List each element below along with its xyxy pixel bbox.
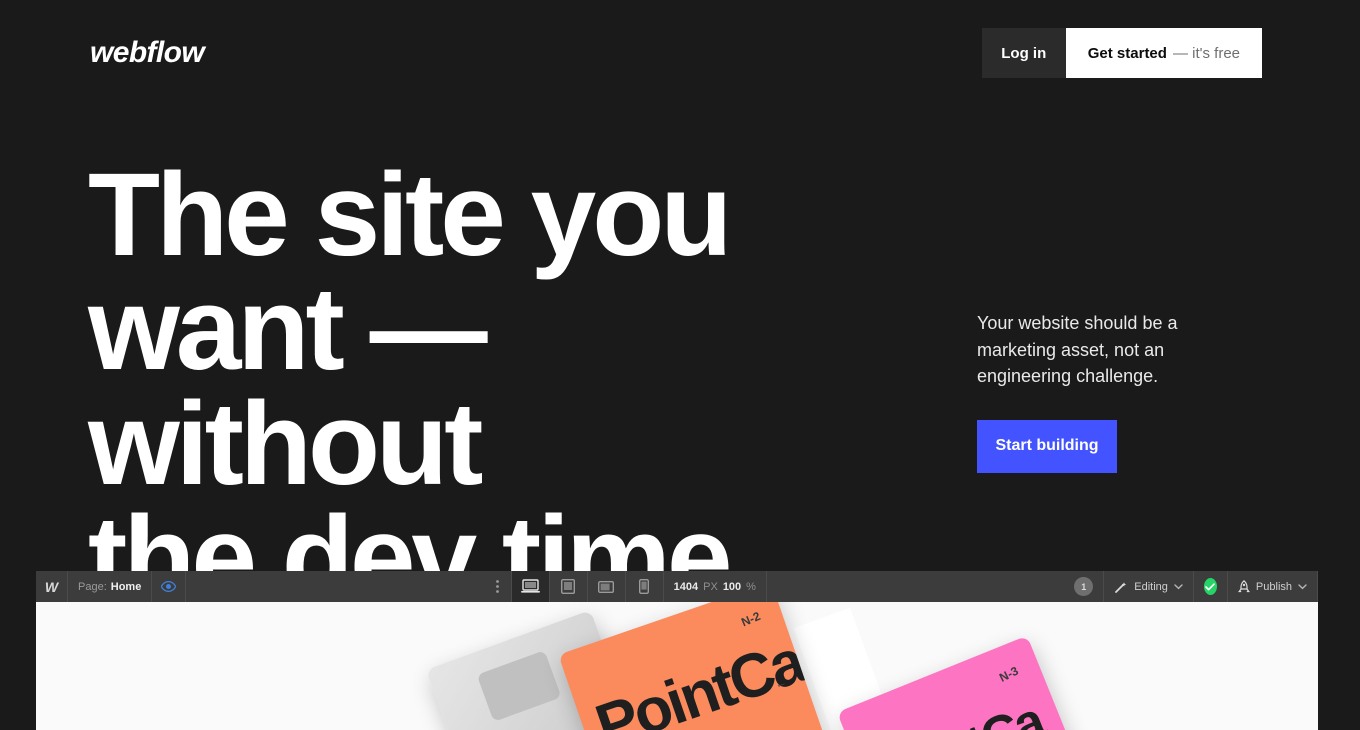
page-selector[interactable]: Page: Home — [68, 571, 153, 602]
designer-toolbar: W Page: Home 1404 PX 100 % 1 Editing Pub… — [36, 571, 1318, 602]
log-in-button[interactable]: Log in — [981, 28, 1066, 78]
page-label: Page: — [78, 580, 107, 593]
toolbar-right-spacer — [767, 571, 1064, 602]
zoom-unit: % — [746, 580, 756, 593]
tablet-landscape-icon — [598, 580, 615, 593]
start-building-button[interactable]: Start building — [977, 419, 1117, 473]
eye-icon — [161, 581, 177, 592]
card-chip — [476, 650, 562, 722]
device-desktop-button[interactable] — [511, 571, 550, 602]
tablet-icon — [561, 579, 576, 594]
headline-line-1: The site you — [88, 149, 732, 281]
get-started-button[interactable]: Get started — it's free — [1065, 28, 1262, 78]
collaborators-button[interactable]: 1 — [1064, 571, 1105, 602]
device-tablet-button[interactable] — [550, 571, 588, 602]
magic-wand-icon — [1114, 580, 1128, 594]
device-mobile-button[interactable] — [626, 571, 664, 602]
more-options-button[interactable] — [484, 571, 512, 602]
hero-subtext: Your website should be a marketing asset… — [977, 313, 1178, 387]
headline-line-2: want — without — [88, 263, 488, 510]
designer-canvas[interactable]: DEBIT VISA N-2 PointCa ← Free Obligation… — [36, 602, 1318, 730]
pink-card-brand: PointCa — [866, 691, 1051, 730]
chevron-down-icon — [1174, 583, 1183, 590]
top-navigation: webflow Log in Get started — it's free — [0, 0, 1360, 108]
desktop-icon — [520, 579, 540, 594]
hero-side-column: Your website should be a marketing asset… — [977, 310, 1227, 473]
designer-logo-mark[interactable]: W — [36, 571, 68, 602]
pointcard-pink: N-3 PointCa Obligations Free — [836, 635, 1131, 730]
publish-dropdown[interactable]: Publish — [1228, 571, 1318, 602]
pink-card-serial: N-3 — [996, 663, 1021, 685]
webflow-logo[interactable]: webflow — [90, 36, 205, 70]
toolbar-left-spacer — [186, 571, 483, 602]
device-tablet-landscape-button[interactable] — [588, 571, 626, 602]
chevron-down-icon — [1298, 583, 1307, 590]
page-value: Home — [110, 580, 142, 593]
viewport-size-indicator[interactable]: 1404 PX 100 % — [664, 571, 767, 602]
webflow-designer-window: W Page: Home 1404 PX 100 % 1 Editing Pub… — [36, 571, 1318, 730]
mobile-icon — [639, 579, 650, 594]
publish-label: Publish — [1255, 580, 1292, 593]
editing-mode-dropdown[interactable]: Editing — [1104, 571, 1194, 602]
vertical-dots-icon — [495, 580, 499, 593]
viewport-width-value: 1404 — [673, 580, 699, 593]
check-circle-icon — [1203, 578, 1217, 595]
hero-headline: The site you want — without the dev time — [88, 149, 878, 618]
get-started-sublabel: — it's free — [1172, 44, 1240, 62]
orange-card-serial: N-2 — [738, 609, 763, 630]
viewport-width-unit: PX — [703, 580, 718, 593]
webflow-landing-page: webflow Log in Get started — it's free T… — [0, 0, 1360, 730]
nav-actions: Log in Get started — it's free — [981, 28, 1262, 78]
editing-mode-label: Editing — [1134, 580, 1168, 593]
get-started-label: Get started — [1087, 44, 1167, 62]
rocket-icon — [1237, 579, 1250, 594]
preview-toggle[interactable] — [152, 571, 187, 602]
save-status-indicator — [1194, 571, 1228, 602]
zoom-value: 100 — [722, 580, 742, 593]
avatar: 1 — [1074, 577, 1094, 596]
